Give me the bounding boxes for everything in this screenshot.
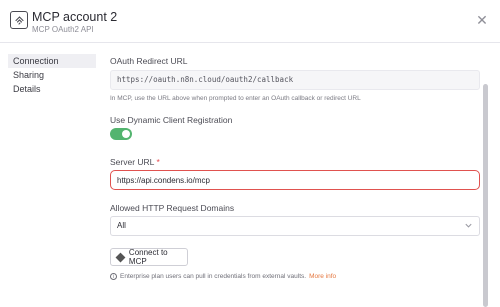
oauth-redirect-hint: In MCP, use the URL above when prompted … [110, 95, 361, 102]
dynamic-registration-label: Use Dynamic Client Registration [110, 115, 233, 125]
credential-app-icon [10, 11, 28, 29]
modal-subtitle: MCP OAuth2 API [32, 25, 94, 34]
enterprise-info: i Enterprise plan users can pull in cred… [110, 273, 336, 280]
allowed-domains-label: Allowed HTTP Request Domains [110, 203, 235, 213]
scrollbar[interactable] [482, 54, 489, 307]
oauth-redirect-label: OAuth Redirect URL [110, 56, 188, 66]
toggle-knob [122, 130, 130, 138]
scrollbar-thumb[interactable] [483, 84, 488, 307]
chevron-down-icon [465, 223, 472, 228]
server-url-label-text: Server URL [110, 157, 155, 167]
sidebar-item-details[interactable]: Details [8, 82, 96, 96]
server-url-label: Server URL * [110, 157, 160, 167]
modal-title: MCP account 2 [32, 10, 118, 24]
mcp-icon [115, 252, 126, 262]
more-info-link[interactable]: More info [309, 273, 336, 280]
info-icon: i [110, 273, 117, 280]
sidebar-item-connection[interactable]: Connection [8, 54, 96, 68]
enterprise-info-text: Enterprise plan users can pull in creden… [120, 273, 307, 280]
settings-sidebar: Connection Sharing Details [8, 54, 96, 96]
close-icon[interactable]: ✕ [475, 13, 489, 27]
oauth-redirect-url-field[interactable]: https://oauth.n8n.cloud/oauth2/callback [110, 70, 480, 90]
sidebar-item-sharing[interactable]: Sharing [8, 68, 96, 82]
allowed-domains-value: All [117, 221, 126, 230]
server-url-input[interactable] [110, 170, 480, 190]
connect-button-label: Connect to MCP [128, 248, 168, 266]
required-marker: * [156, 157, 160, 167]
dynamic-registration-toggle[interactable] [110, 128, 132, 140]
modal-header: MCP account 2 MCP OAuth2 API ✕ [0, 0, 500, 43]
allowed-domains-select[interactable]: All [110, 216, 480, 236]
connect-to-mcp-button[interactable]: Connect to MCP [110, 248, 188, 266]
